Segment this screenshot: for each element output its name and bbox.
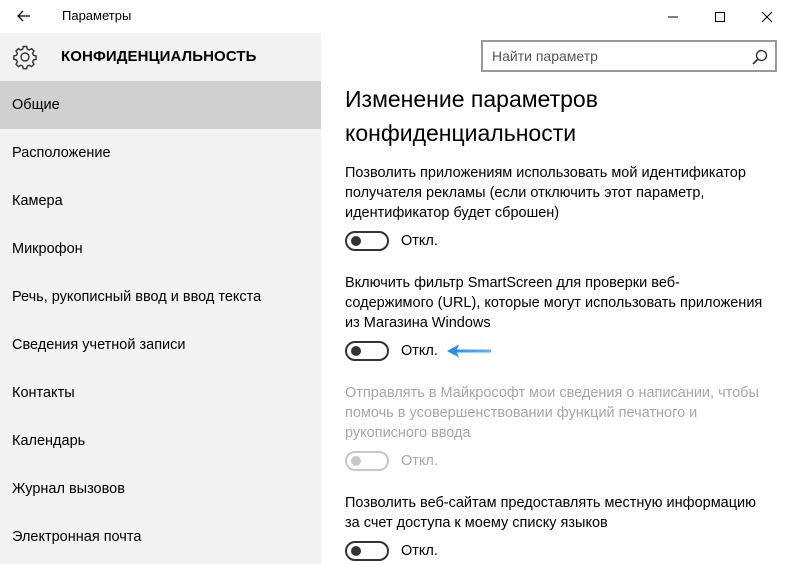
- search-input[interactable]: [483, 42, 745, 70]
- annotation-arrow-icon: [447, 344, 491, 358]
- back-button[interactable]: [8, 4, 40, 28]
- setting-smartscreen: Включить фильтр SmartScreen для проверки…: [345, 273, 765, 361]
- setting-language-list: Позволить веб-сайтам предоставлять местн…: [345, 493, 765, 561]
- sidebar-item-contacts[interactable]: Контакты: [0, 369, 321, 417]
- setting-description: Позволить приложениям использовать мой и…: [345, 165, 746, 221]
- setting-description: Позволить веб-сайтам предоставлять местн…: [345, 495, 757, 531]
- setting-typing-info: Отправлять в Майкрософт мои сведения о н…: [345, 383, 765, 471]
- setting-description: Отправлять в Майкрософт мои сведения о н…: [345, 385, 759, 441]
- sidebar-item-call-history[interactable]: Журнал вызовов: [0, 465, 321, 513]
- section-title: КОНФИДЕНЦИАЛЬНОСТЬ: [61, 48, 257, 65]
- sidebar-item-calendar[interactable]: Календарь: [0, 417, 321, 465]
- advertising-id-toggle[interactable]: [345, 231, 389, 251]
- typing-info-toggle: [345, 451, 389, 471]
- setting-advertising-id: Позволить приложениям использовать мой и…: [345, 163, 765, 251]
- toggle-state-label: Откл.: [401, 343, 438, 359]
- toggle-row: Откл.: [345, 451, 765, 471]
- toggle-row: Откл.: [345, 541, 765, 561]
- sidebar-item-email[interactable]: Электронная почта: [0, 513, 321, 561]
- back-arrow-icon: [17, 10, 30, 22]
- setting-description: Включить фильтр SmartScreen для проверки…: [345, 275, 763, 331]
- section-header: КОНФИДЕНЦИАЛЬНОСТЬ: [0, 33, 321, 81]
- toggle-state-label: Откл.: [401, 453, 438, 469]
- search-box: [481, 40, 777, 72]
- sidebar-item-account-info[interactable]: Сведения учетной записи: [0, 321, 321, 369]
- settings-content: Изменение параметров конфиденциальности …: [345, 82, 765, 561]
- close-button[interactable]: [744, 0, 790, 33]
- gear-icon: [13, 45, 37, 70]
- page-title: Изменение параметров конфиденциальности: [345, 86, 598, 146]
- toggle-row: Откл.: [345, 231, 765, 251]
- minimize-button[interactable]: [650, 0, 696, 33]
- smartscreen-toggle[interactable]: [345, 341, 389, 361]
- sidebar-item-speech[interactable]: Речь, рукописный ввод и ввод текста: [0, 273, 321, 321]
- sidebar-item-general[interactable]: Общие: [0, 81, 321, 129]
- sidebar: КОНФИДЕНЦИАЛЬНОСТЬ Общие Расположение Ка…: [0, 33, 321, 564]
- sidebar-item-location[interactable]: Расположение: [0, 129, 321, 177]
- toggle-knob: [351, 236, 361, 246]
- sidebar-nav: Общие Расположение Камера Микрофон Речь,…: [0, 81, 321, 561]
- toggle-state-label: Откл.: [401, 543, 438, 559]
- maximize-icon: [715, 11, 725, 22]
- toggle-knob: [351, 456, 361, 466]
- sidebar-item-microphone[interactable]: Микрофон: [0, 225, 321, 273]
- maximize-button[interactable]: [697, 0, 743, 33]
- sidebar-item-camera[interactable]: Камера: [0, 177, 321, 225]
- title-bar: Параметры: [0, 0, 790, 33]
- toggle-state-label: Откл.: [401, 233, 438, 249]
- toggle-row: Откл.: [345, 341, 765, 361]
- toggle-knob: [351, 546, 361, 556]
- minimize-icon: [668, 16, 678, 17]
- close-icon: [761, 11, 773, 22]
- search-icon[interactable]: [751, 48, 769, 66]
- window-title: Параметры: [62, 8, 132, 23]
- toggle-knob: [351, 346, 361, 356]
- language-list-toggle[interactable]: [345, 541, 389, 561]
